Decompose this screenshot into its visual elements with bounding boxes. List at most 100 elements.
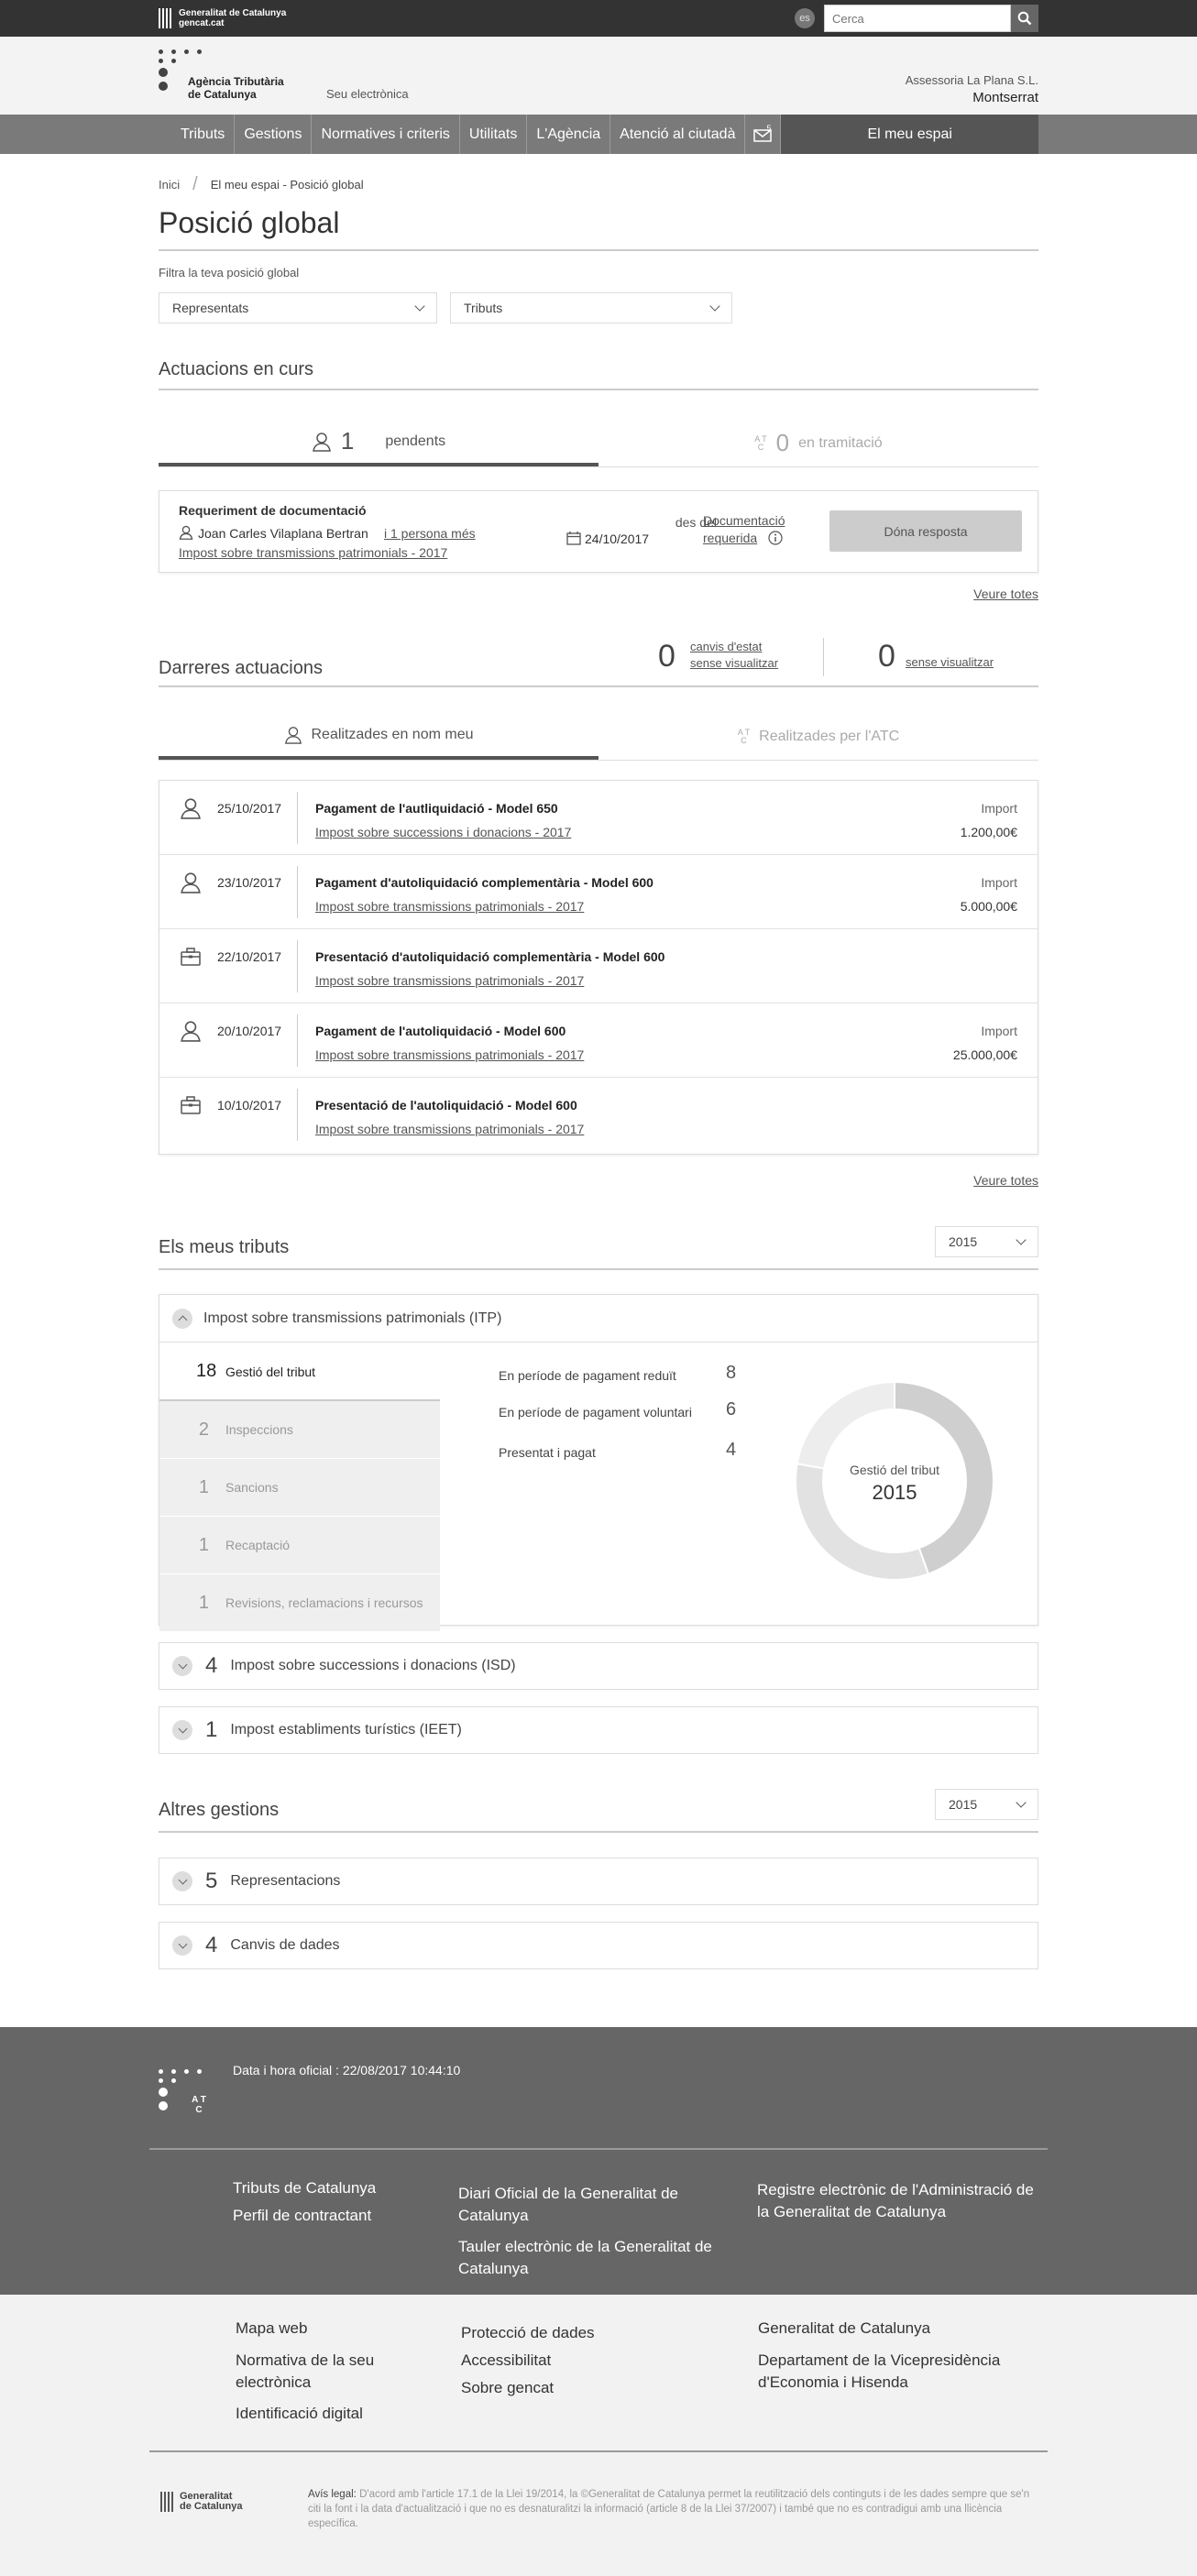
divider bbox=[823, 638, 824, 676]
row-divider bbox=[297, 792, 298, 844]
itp-menu-item[interactable]: 18 Gestió del tribut bbox=[159, 1343, 440, 1401]
requeriment-person: Joan Carles Vilaplana Bertran bbox=[198, 526, 368, 541]
breadcrumb-separator: / bbox=[192, 174, 198, 194]
itp-header[interactable]: Impost sobre transmissions patrimonials … bbox=[159, 1295, 1038, 1343]
row-icon bbox=[180, 871, 202, 896]
itp-menu-item[interactable]: 2 Inspeccions bbox=[159, 1401, 440, 1459]
agency-line2: de Catalunya bbox=[188, 88, 257, 101]
search-input[interactable] bbox=[824, 5, 1011, 32]
nav-normatives[interactable]: Normatives i criteris bbox=[312, 115, 460, 154]
generalitat-logo[interactable]: Generalitat de Catalunya gencat.cat bbox=[159, 8, 286, 28]
gen-line2: de Catalunya bbox=[180, 2501, 243, 2512]
representats-select[interactable]: Representats bbox=[159, 292, 437, 323]
nav-utilitats[interactable]: Utilitats bbox=[460, 115, 528, 154]
row-divider bbox=[297, 940, 298, 992]
row-divider bbox=[297, 866, 298, 918]
footer-link-diari[interactable]: Diari Oficial de la Generalitat de Catal… bbox=[458, 2183, 724, 2227]
row-tax-link[interactable]: Impost sobre transmissions patrimonials … bbox=[315, 1047, 584, 1062]
info-icon[interactable] bbox=[768, 531, 783, 545]
footer-atc-logo[interactable]: A T C bbox=[159, 2067, 206, 2115]
itp-menu-label: Recaptació bbox=[225, 1538, 291, 1552]
activity-row: 25/10/2017 Pagament de l'autliquidació - … bbox=[159, 781, 1038, 855]
footer-link-tauler[interactable]: Tauler electrònic de la Generalitat de C… bbox=[458, 2236, 724, 2280]
nav-mailbox[interactable]: 5 bbox=[745, 115, 782, 154]
dona-resposta-button[interactable]: Dóna resposta bbox=[829, 510, 1022, 552]
itp-menu-item[interactable]: 1 Sancions bbox=[159, 1459, 440, 1517]
altres-year-select[interactable]: 2015 bbox=[935, 1789, 1038, 1820]
accordion-item[interactable]: 4 Canvis de dades bbox=[159, 1922, 1038, 1969]
altres-year-value: 2015 bbox=[949, 1797, 978, 1812]
generalitat-mark-icon bbox=[160, 2492, 175, 2512]
activity-row: 20/10/2017 Pagament de l'autoliquidació -… bbox=[159, 1003, 1038, 1078]
row-import-label: Import bbox=[981, 1024, 1017, 1038]
representats-select-value: Representats bbox=[172, 301, 249, 315]
accordion-item[interactable]: 4 Impost sobre successions i donacions (I… bbox=[159, 1642, 1038, 1690]
tributs-year-value: 2015 bbox=[949, 1234, 978, 1249]
row-tax-link[interactable]: Impost sobre transmissions patrimonials … bbox=[315, 899, 584, 914]
accordion-item[interactable]: 5 Representacions bbox=[159, 1858, 1038, 1905]
nav-atencio[interactable]: Atenció al ciutadà bbox=[610, 115, 746, 154]
footer-dark: A T C Data i hora oficial : 22/08/2017 1… bbox=[0, 2027, 1197, 2295]
chevron-down-icon bbox=[172, 1935, 192, 1956]
footer-link-departament[interactable]: Departament de la Vicepresidència d'Econ… bbox=[758, 2350, 1042, 2394]
footer-link-generalitat[interactable]: Generalitat de Catalunya bbox=[758, 2318, 930, 2340]
itp-menu-item[interactable]: 1 Recaptació bbox=[159, 1517, 440, 1574]
row-date: 20/10/2017 bbox=[217, 1024, 282, 1038]
tab-realitzades-atc[interactable]: A TC Realitzades per l'ATC bbox=[598, 713, 1038, 760]
user-info[interactable]: Assessoria La Plana S.L. Montserrat bbox=[906, 71, 1038, 106]
itp-stat-value: 8 bbox=[726, 1363, 737, 1383]
activity-row: 10/10/2017 Presentació de l'autoliquidaci… bbox=[159, 1078, 1038, 1152]
unseen-count: 0 bbox=[878, 639, 895, 674]
row-icon bbox=[180, 797, 202, 822]
unseen-link[interactable]: sense visualitzar bbox=[906, 655, 994, 669]
veure-totes-darreres-link[interactable]: Veure totes bbox=[973, 1173, 1038, 1188]
footer-link-accessibilitat[interactable]: Accessibilitat bbox=[461, 2350, 551, 2372]
accordion-item[interactable]: 1 Impost establiments turístics (IEET) bbox=[159, 1706, 1038, 1754]
tributs-year-select[interactable]: 2015 bbox=[935, 1226, 1038, 1257]
nav-tributs[interactable]: Tributs bbox=[171, 115, 236, 154]
donut-label: Gestió del tribut bbox=[849, 1463, 940, 1477]
language-button[interactable]: es bbox=[795, 8, 815, 28]
itp-menu-count: 18 bbox=[196, 1361, 217, 1381]
footer-link-normativa[interactable]: Normativa de la seu electrònica bbox=[236, 2350, 419, 2394]
itp-stat: Presentat i pagat 4 bbox=[499, 1440, 736, 1460]
nav-my-space[interactable]: El meu espai bbox=[781, 115, 1038, 154]
itp-menu-item[interactable]: 1 Revisions, reclamacions i recursos bbox=[159, 1574, 440, 1632]
user-icon bbox=[312, 432, 331, 452]
row-import-label: Import bbox=[981, 801, 1017, 816]
tributs-select[interactable]: Tributs bbox=[450, 292, 732, 323]
user-icon bbox=[181, 1021, 201, 1042]
tab-realitzades-nom-meu[interactable]: Realitzades en nom meu bbox=[159, 713, 598, 760]
row-tax-link[interactable]: Impost sobre transmissions patrimonials … bbox=[315, 973, 584, 988]
row-tax-link[interactable]: Impost sobre successions i donacions - 2… bbox=[315, 825, 571, 839]
search-button[interactable] bbox=[1011, 5, 1038, 32]
activity-row: 22/10/2017 Presentació d'autoliquidació c… bbox=[159, 929, 1038, 1003]
more-persons-link[interactable]: i 1 persona més bbox=[384, 526, 476, 541]
breadcrumb-home[interactable]: Inici bbox=[159, 178, 180, 192]
nav-agencia[interactable]: L'Agència bbox=[527, 115, 611, 154]
nav-gestions[interactable]: Gestions bbox=[235, 115, 313, 154]
itp-menu-count: 2 bbox=[198, 1419, 209, 1440]
requeriment-tax-link[interactable]: Impost sobre transmissions patrimonials … bbox=[179, 545, 447, 560]
itp-menu-label: Revisions, reclamacions i recursos bbox=[225, 1595, 423, 1610]
footer-link-sobre-gencat[interactable]: Sobre gencat bbox=[461, 2377, 554, 2399]
footer-link-tributs[interactable]: Tributs de Catalunya bbox=[233, 2177, 376, 2199]
since-date: 24/10/2017 bbox=[585, 532, 650, 546]
official-datetime: Data i hora oficial : 22/08/2017 10:44:1… bbox=[233, 2063, 461, 2077]
tab-pendents[interactable]: 1 pendents bbox=[159, 420, 598, 466]
veure-totes-actuacions-link[interactable]: Veure totes bbox=[973, 586, 1038, 601]
tributs-select-value: Tributs bbox=[464, 301, 503, 315]
tab-en-tramitacio[interactable]: A TC 0 en tramitació bbox=[598, 420, 1038, 466]
changes-link[interactable]: canvis d'estat sense visualitzar bbox=[690, 639, 778, 672]
row-tax-link[interactable]: Impost sobre transmissions patrimonials … bbox=[315, 1122, 584, 1136]
footer-link-mapa[interactable]: Mapa web bbox=[236, 2318, 307, 2340]
footer-link-proteccio[interactable]: Protecció de dades bbox=[461, 2322, 595, 2344]
footer-link-registre[interactable]: Registre electrònic de l'Administració d… bbox=[757, 2179, 1041, 2223]
itp-menu-count: 1 bbox=[198, 1592, 209, 1613]
row-import-label: Import bbox=[981, 875, 1017, 890]
footer-atc-letters: A T C bbox=[192, 2095, 206, 2115]
darreres-list: 25/10/2017 Pagament de l'autliquidació - … bbox=[159, 780, 1038, 1155]
footer-link-perfil[interactable]: Perfil de contractant bbox=[233, 2205, 371, 2227]
footer-link-identificacio[interactable]: Identificació digital bbox=[236, 2403, 363, 2425]
footer-gencat-logo[interactable]: Generalitat de Catalunya bbox=[160, 2492, 242, 2512]
